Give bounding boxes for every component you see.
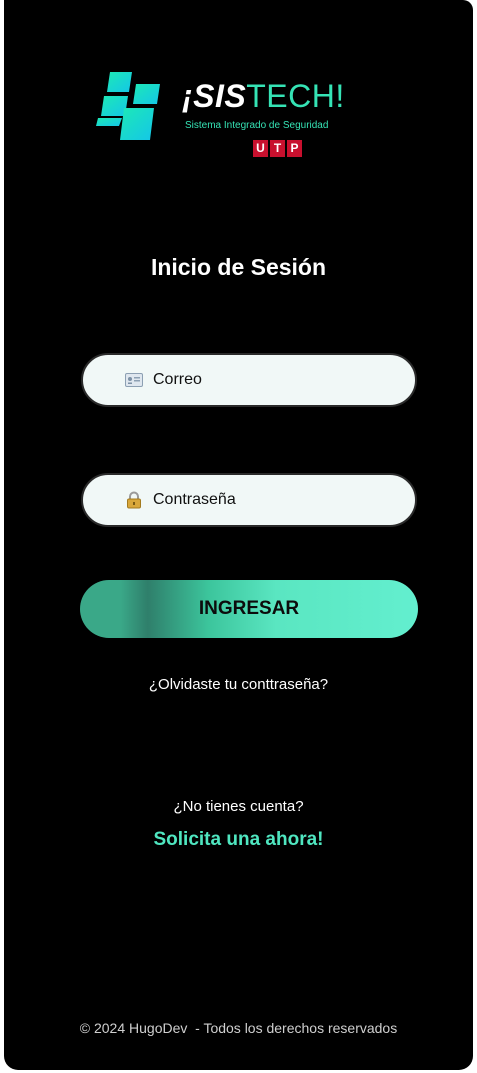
partner-letter: T	[270, 140, 285, 157]
id-card-icon	[125, 371, 143, 389]
partner-logo: U T P	[253, 140, 302, 157]
no-account-prompt: ¿No tienes cuenta?	[173, 798, 304, 815]
login-button[interactable]: INGRESAR	[80, 580, 418, 638]
padlock-icon	[125, 491, 143, 509]
brand-title-prefix: ¡SIS	[182, 78, 247, 114]
email-input[interactable]	[151, 370, 395, 390]
login-screen: ¡SISTECH! Sistema Integrado de Seguridad…	[4, 0, 473, 1070]
sistech-logo-mark-icon	[96, 72, 160, 140]
partner-letter: U	[253, 140, 268, 157]
password-input[interactable]	[151, 490, 395, 510]
brand-title: ¡SISTECH!	[182, 78, 345, 115]
forgot-password-link[interactable]: ¿Olvidaste tu conttraseña?	[4, 676, 473, 693]
email-field[interactable]	[81, 353, 417, 407]
password-field[interactable]	[81, 473, 417, 527]
brand-title-suffix: TECH!	[246, 78, 345, 114]
brand-subtitle: Sistema Integrado de Seguridad	[185, 120, 329, 131]
brand-logo: ¡SISTECH! Sistema Integrado de Seguridad…	[96, 70, 366, 162]
footer-copyright: © 2024 HugoDev - Todos los derechos rese…	[79, 1020, 398, 1036]
page-title: Inicio de Sesión	[150, 254, 327, 280]
partner-letter: P	[287, 140, 302, 157]
request-account-link[interactable]: Solicita una ahora!	[4, 829, 473, 851]
